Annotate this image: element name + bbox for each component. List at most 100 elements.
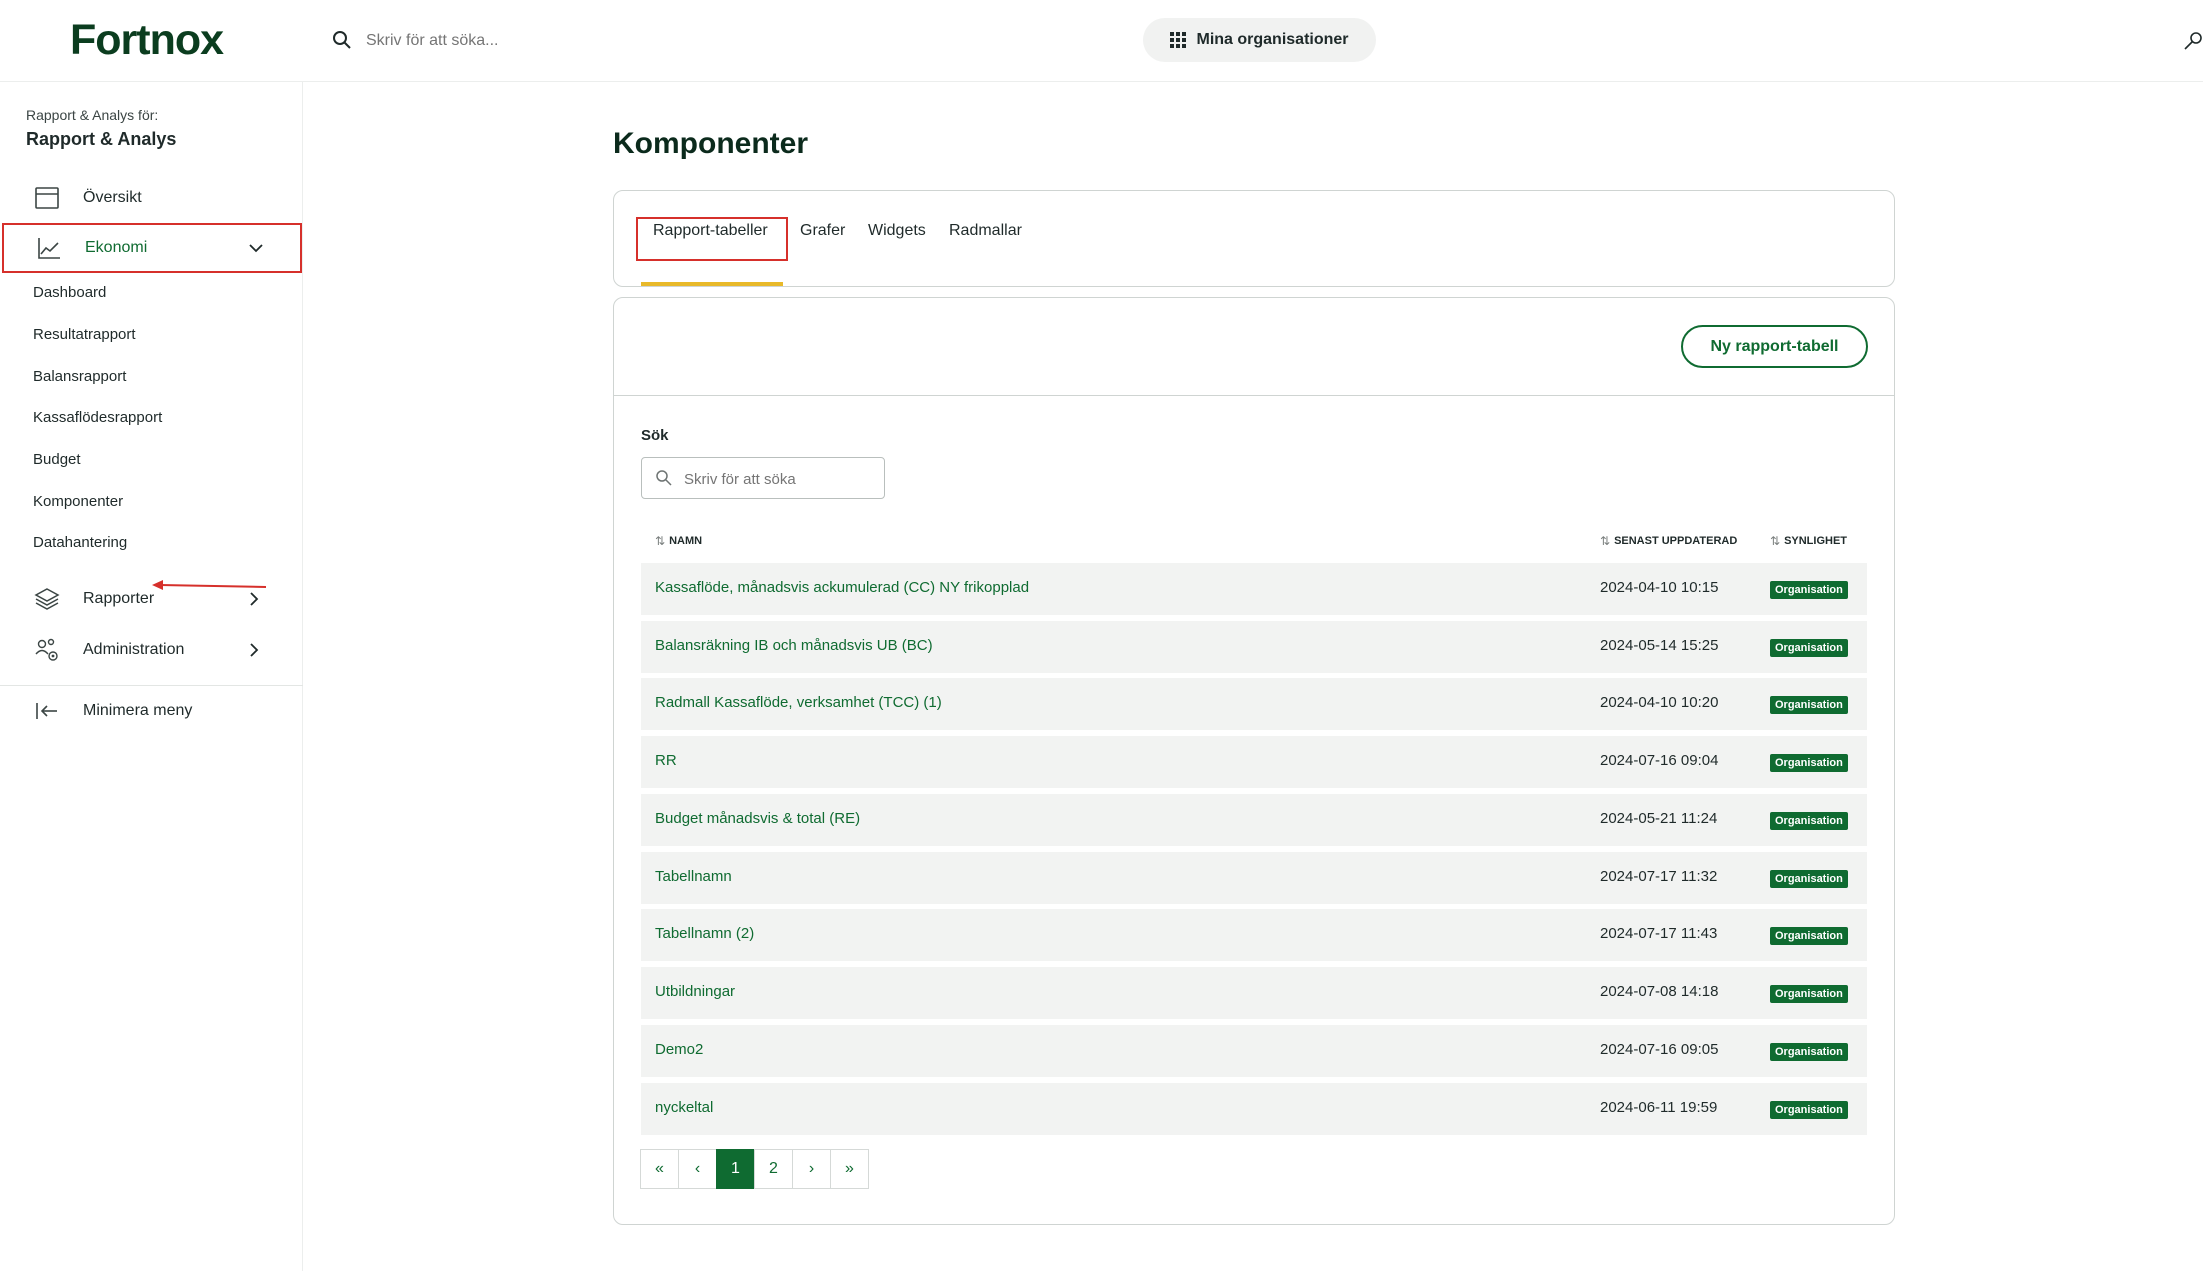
visibility-badge: Organisation [1770,639,1848,657]
tab-row-templates[interactable]: Radmallar [949,222,1022,240]
column-header-label: SENAST UPPDATERAD [1614,535,1738,547]
visibility-badge: Organisation [1770,812,1848,830]
table-row[interactable]: Demo2 2024-07-16 09:05 Organisation [641,1025,1867,1077]
sidebar-item-label: Administration [83,641,185,658]
sidebar: Rapport & Analys för: Rapport & Analys Ö… [0,82,303,1271]
chevron-right-icon [250,643,259,657]
table-row[interactable]: nyckeltal 2024-06-11 19:59 Organisation [641,1083,1867,1135]
components-card: Ny rapport-tabell Sök ⇅ NAMN ⇅ SENAST UP… [613,297,1895,1225]
row-name-link[interactable]: nyckeltal [655,1099,713,1116]
sidebar-subitem-balance-report[interactable]: Balansrapport [33,368,126,385]
row-updated: 2024-07-17 11:32 [1600,868,1718,885]
my-organisations-button[interactable]: Mina organisationer [1143,18,1376,62]
page-2-button[interactable]: 2 [754,1149,793,1189]
key-icon[interactable] [2183,31,2203,51]
row-name-link[interactable]: RR [655,752,677,769]
table-row[interactable]: Balansräkning IB och månadsvis UB (BC) 2… [641,621,1867,673]
sidebar-item-overview[interactable]: Översikt [0,175,303,221]
sidebar-item-label: Översikt [83,189,142,206]
tab-charts[interactable]: Grafer [800,222,845,240]
visibility-badge: Organisation [1770,1101,1848,1119]
table-row[interactable]: Radmall Kassaflöde, verksamhet (TCC) (1)… [641,678,1867,730]
row-name-link[interactable]: Utbildningar [655,983,735,1000]
row-updated: 2024-05-21 11:24 [1600,810,1718,827]
minimize-menu-button[interactable]: Minimera meny [0,688,303,734]
column-header-updated[interactable]: ⇅ SENAST UPPDATERAD [1600,534,1737,548]
column-header-label: NAMN [669,535,703,547]
minimize-menu-label: Minimera meny [83,702,193,719]
row-name-link[interactable]: Tabellnamn [655,868,732,885]
sidebar-title: Rapport & Analys [26,129,177,149]
row-updated: 2024-05-14 15:25 [1600,637,1719,654]
table-row[interactable]: Tabellnamn (2) 2024-07-17 11:43 Organisa… [641,909,1867,961]
search-label: Sök [641,427,669,444]
tab-report-tables[interactable]: Rapport-tabeller [653,222,768,240]
table-row[interactable]: Kassaflöde, månadsvis ackumulerad (CC) N… [641,563,1867,615]
visibility-badge: Organisation [1770,985,1848,1003]
search-input[interactable] [684,467,874,491]
main-content: Komponenter Rapport-tabeller Grafer Widg… [304,82,2203,1271]
table-row[interactable]: Tabellnamn 2024-07-17 11:32 Organisation [641,852,1867,904]
fortnox-logo[interactable]: Fortnox [70,16,224,65]
row-updated: 2024-07-16 09:04 [1600,752,1719,769]
table-row[interactable]: Utbildningar 2024-07-08 14:18 Organisati… [641,967,1867,1019]
row-updated: 2024-06-11 19:59 [1600,1099,1718,1116]
page-title: Komponenter [613,127,808,160]
visibility-badge: Organisation [1770,1043,1848,1061]
table-row[interactable]: Budget månadsvis & total (RE) 2024-05-21… [641,794,1867,846]
sidebar-item-reports[interactable]: Rapporter [0,576,303,622]
row-name-link[interactable]: Tabellnamn (2) [655,925,754,942]
apps-grid-icon [1170,32,1187,48]
layers-icon [34,588,60,610]
page-1-button[interactable]: 1 [716,1149,755,1189]
row-name-link[interactable]: Demo2 [655,1041,703,1058]
sidebar-divider [0,685,303,686]
pagination: « ‹ 1 2 › » [640,1149,869,1189]
sidebar-subitem-dashboard[interactable]: Dashboard [33,284,106,301]
sidebar-subitem-budget[interactable]: Budget [33,451,81,468]
column-header-name[interactable]: ⇅ NAMN [655,534,702,548]
sidebar-item-label: Ekonomi [85,239,148,256]
sidebar-subitem-cashflow-report[interactable]: Kassaflödesrapport [33,409,162,426]
visibility-badge: Organisation [1770,696,1848,714]
row-updated: 2024-04-10 10:20 [1600,694,1719,711]
collapse-left-icon [36,703,57,719]
column-header-label: SYNLIGHET [1784,535,1848,547]
sidebar-subitem-data-management[interactable]: Datahantering [33,534,127,551]
row-name-link[interactable]: Budget månadsvis & total (RE) [655,810,860,827]
visibility-badge: Organisation [1770,927,1848,945]
global-search-input[interactable] [366,28,666,54]
column-header-visibility[interactable]: ⇅ SYNLIGHET [1770,534,1847,548]
sidebar-subitem-result-report[interactable]: Resultatrapport [33,326,136,343]
table-row[interactable]: RR 2024-07-16 09:04 Organisation [641,736,1867,788]
line-chart-icon [38,238,60,259]
calendar-icon [35,187,59,209]
visibility-badge: Organisation [1770,870,1848,888]
tab-widgets[interactable]: Widgets [868,222,926,240]
last-page-button[interactable]: » [830,1149,869,1189]
first-page-button[interactable]: « [640,1149,679,1189]
row-updated: 2024-04-10 10:15 [1600,579,1719,596]
sidebar-item-administration[interactable]: Administration [0,627,303,673]
sort-icon: ⇅ [1770,534,1781,548]
sort-icon: ⇅ [1600,534,1611,548]
row-name-link[interactable]: Kassaflöde, månadsvis ackumulerad (CC) N… [655,579,1029,596]
sidebar-item-label: Rapporter [83,590,155,607]
card-divider [614,395,1894,396]
sidebar-item-economy[interactable]: Ekonomi [2,223,302,273]
new-report-table-button[interactable]: Ny rapport-tabell [1681,325,1868,368]
tabs-card: Rapport-tabeller Grafer Widgets Radmalla… [613,190,1895,287]
users-settings-icon [35,638,58,661]
sidebar-subtitle: Rapport & Analys för: [26,107,159,123]
my-organisations-label: Mina organisationer [1196,31,1349,48]
next-page-button[interactable]: › [792,1149,831,1189]
row-name-link[interactable]: Balansräkning IB och månadsvis UB (BC) [655,637,933,654]
search-icon [333,31,351,49]
visibility-badge: Organisation [1770,754,1848,772]
row-name-link[interactable]: Radmall Kassaflöde, verksamhet (TCC) (1) [655,694,942,711]
sidebar-subitem-components[interactable]: Komponenter [33,493,123,510]
search-field[interactable] [641,457,885,499]
active-tab-underline [641,282,783,286]
previous-page-button[interactable]: ‹ [678,1149,717,1189]
sort-icon: ⇅ [655,534,666,548]
